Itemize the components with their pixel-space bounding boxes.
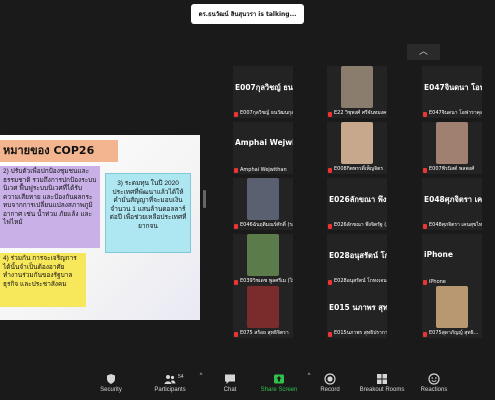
meeting-toolbar: Security 54 Participants ^ Chat Share Sc… — [0, 370, 495, 400]
talking-indicator: ดร.ธนวัฒน์ ลินสุนวรา is talking... — [191, 4, 304, 24]
participant-tile[interactable]: iPhone iPhone — [422, 234, 482, 286]
participants-count: 54 — [178, 374, 184, 380]
participant-video — [436, 286, 468, 328]
chat-button[interactable]: Chat — [218, 373, 242, 393]
shared-screen: หมายของ COP26 2) ปรับตัวเพื่อปกป้องชุมชน… — [0, 30, 208, 370]
participant-name-label: E008กิตพรรดิ์เพ็ญจิตร — [334, 166, 384, 172]
participant-tile[interactable]: E015 นภาพร สุทธิ... E015นภาพร สุทธิปรากา.… — [327, 286, 387, 338]
participant-name-display: E048ศุภจิตรา เค... — [424, 195, 482, 204]
participant-name-label: E015นภาพร สุทธิปรากา... — [334, 330, 387, 336]
record-icon — [324, 373, 336, 385]
gallery-collapse-button[interactable]: ︿ — [407, 44, 440, 60]
record-label: Record — [320, 387, 340, 393]
participant-name-label: E028อนุสรัตน์ โกทงเจนจา — [334, 278, 387, 284]
chat-label: Chat — [223, 387, 237, 393]
security-button[interactable]: Security — [96, 373, 126, 393]
participant-name-label: E075สุดาภัญญ์ สุทธิ... — [429, 330, 479, 336]
breakout-rooms-label: Breakout Rooms — [359, 387, 405, 393]
participant-name-display: E028อนุสรัตน์ โก... — [329, 251, 387, 260]
participant-tile[interactable]: E008กิตพรรดิ์เพ็ญจิตร — [327, 122, 387, 174]
participant-tile[interactable]: E048ศุภจิตรา เค... E048ศุภจิตรา เคนสุขไทย — [422, 178, 482, 230]
participant-name-label: E047จินดนา โอฟาราคุล — [429, 110, 482, 116]
participant-video — [341, 122, 373, 164]
slide-box-collaboration: 4) ร่วมกัน การจะเจริญการได้นั้นจำเป็นต้อ… — [0, 253, 86, 307]
participant-video — [247, 286, 279, 328]
participant-name-display: E047จินดนา โอฟ... — [424, 83, 482, 92]
participant-name-display: Amphai Wejwit... — [235, 138, 293, 147]
shield-icon — [107, 374, 115, 384]
participants-label: Participants — [154, 387, 186, 393]
smiley-plus-icon — [428, 373, 440, 385]
participant-tile[interactable]: E007กุลวิชญ์ ธนวั... E007กุลวิชญ์ ธนวัฒนก… — [233, 66, 293, 118]
participant-video — [247, 234, 279, 276]
share-menu-arrow[interactable]: ^ — [304, 373, 314, 379]
participant-name-label: iPhone — [429, 279, 446, 285]
participant-gallery: E007กุลวิชญ์ ธนวั... E007กุลวิชญ์ ธนวัฒนก… — [233, 66, 495, 338]
participant-tile[interactable]: E039วิชเดช พูลศรีเม (ไม่เมตร) — [233, 234, 293, 286]
breakout-rooms-button[interactable]: Breakout Rooms — [356, 373, 408, 393]
chevron-up-icon: ^ — [199, 373, 203, 379]
chat-icon — [225, 374, 235, 384]
participant-name-label: E039วิชเดช พูลศรีเม (ไม่เมตร) — [240, 278, 293, 284]
record-button[interactable]: Record — [316, 373, 344, 393]
reactions-button[interactable]: Reactions — [418, 373, 450, 393]
share-screen-label: Share Screen — [260, 387, 298, 393]
participant-tile[interactable]: E075 สร้อย สุทธิจิตรา — [233, 286, 293, 338]
participant-video — [247, 178, 279, 220]
participant-name-label: Amphai Wejwithan — [240, 167, 287, 173]
participant-tile[interactable]: E22 วิชุพงศ์ ศรีจันทมงคลคุล — [327, 66, 387, 118]
participant-name-label: E007กุลวิชญ์ ธนวัฒนกุล — [240, 110, 293, 116]
participant-tile[interactable]: E026ลักขณา พึงจ... E026ลักขณา พึงจิตรัฐ (… — [327, 178, 387, 230]
participants-menu-arrow[interactable]: ^ — [196, 373, 206, 379]
participant-tile[interactable]: E046ฉันฤติมณร์ศักดิ์ (รอ... — [233, 178, 293, 230]
share-screen-button[interactable]: Share Screen — [256, 373, 302, 393]
participant-name-display: iPhone — [424, 250, 453, 259]
chevron-up-icon: ︿ — [418, 47, 428, 57]
participant-tile[interactable]: E007พีรนิสต์ พลพงศ์ — [422, 122, 482, 174]
chevron-up-icon: ^ — [307, 373, 311, 379]
participant-name-display: E026ลักขณา พึงจ... — [329, 195, 387, 204]
participant-tile[interactable]: E028อนุสรัตน์ โก... E028อนุสรัตน์ โกทงเจน… — [327, 234, 387, 286]
participant-name-label: E075 สร้อย สุทธิจิตรา — [240, 330, 289, 336]
participant-name-label: E22 วิชุพงศ์ ศรีจันทมงคลคุล — [334, 110, 387, 116]
presentation-slide: หมายของ COP26 2) ปรับตัวเพื่อปกป้องชุมชน… — [0, 135, 200, 320]
participant-tile[interactable]: E047จินดนา โอฟ... E047จินดนา โอฟาราคุล — [422, 66, 482, 118]
people-icon — [164, 375, 176, 384]
participant-name-display: E007กุลวิชญ์ ธนวั... — [235, 83, 293, 92]
reactions-label: Reactions — [420, 387, 448, 393]
participants-button[interactable]: 54 Participants — [150, 373, 190, 393]
grid-icon — [377, 374, 387, 384]
participant-name-label: E046ฉันฤติมณร์ศักดิ์ (รอ... — [240, 222, 293, 228]
participant-name-label: E026ลักขณา พึงจิตรัฐ (... — [334, 222, 387, 228]
panel-resize-handle[interactable] — [203, 190, 206, 208]
security-label: Security — [100, 387, 122, 393]
slide-title: หมายของ COP26 — [0, 140, 118, 162]
participant-tile[interactable]: Amphai Wejwit... Amphai Wejwithan — [233, 122, 293, 174]
slide-box-finance: 3) ระดมทุน ในปี 2020 ประเทศที่พัฒนาแล้วไ… — [105, 173, 191, 253]
participant-name-label: E048ศุภจิตรา เคนสุขไทย — [429, 222, 482, 228]
participant-video — [436, 122, 468, 164]
participant-video — [341, 66, 373, 108]
participant-tile[interactable]: E075สุดาภัญญ์ สุทธิ... — [422, 286, 482, 338]
slide-box-adaptation: 2) ปรับตัวเพื่อปกป้องชุมชนและธรรมชาติ รว… — [0, 166, 100, 248]
share-screen-icon — [274, 374, 284, 384]
participant-name-label: E007พีรนิสต์ พลพงศ์ — [429, 166, 475, 172]
participant-name-display: E015 นภาพร สุทธิ... — [329, 303, 387, 312]
